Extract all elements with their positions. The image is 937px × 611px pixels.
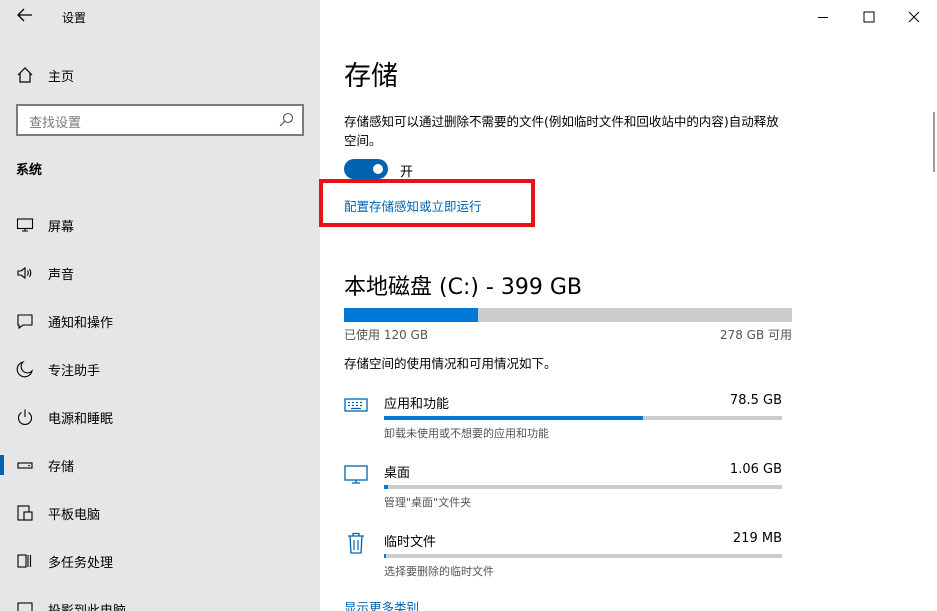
sidebar: 设置 主页 查找设置 系统 屏幕 声音 通知和操作 专注助手 电源和睡眠 存储 … bbox=[0, 0, 320, 611]
sidebar-item-display[interactable]: 屏幕 bbox=[0, 207, 320, 243]
sidebar-item-label: 多任务处理 bbox=[48, 556, 114, 571]
storage-sense-description: 存储感知可以通过删除不需要的文件(例如临时文件和回收站中的内容)自动释放空间。 bbox=[344, 114, 779, 148]
usage-description: 存储空间的使用情况和可用情况如下。 bbox=[344, 356, 557, 371]
storage-icon bbox=[17, 462, 33, 469]
sidebar-item-label: 专注助手 bbox=[48, 364, 101, 379]
category-desktop[interactable]: 桌面 1.06 GB 管理"桌面"文件夹 bbox=[344, 462, 784, 518]
category-temp-files[interactable]: 临时文件 219 MB 选择要删除的临时文件 bbox=[344, 531, 784, 587]
category-bar-fill bbox=[384, 416, 643, 420]
monitor-icon bbox=[344, 465, 368, 484]
active-indicator bbox=[0, 455, 4, 475]
display-icon bbox=[16, 218, 34, 232]
keyboard-icon bbox=[344, 398, 368, 412]
disk-free-label: 278 GB 可用 bbox=[719, 328, 792, 342]
sidebar-item-multitasking[interactable]: 多任务处理 bbox=[0, 543, 320, 579]
section-title: 系统 bbox=[16, 163, 43, 178]
multitask-icon bbox=[17, 554, 32, 568]
category-name: 桌面 bbox=[384, 466, 411, 481]
category-bar-fill bbox=[384, 485, 388, 489]
category-size: 1.06 GB bbox=[729, 462, 782, 477]
sidebar-item-label: 主页 bbox=[48, 70, 75, 85]
power-icon bbox=[17, 409, 33, 426]
sidebar-item-power[interactable]: 电源和睡眠 bbox=[0, 399, 320, 435]
sidebar-item-home[interactable]: 主页 bbox=[0, 60, 320, 90]
category-bar bbox=[384, 485, 782, 489]
back-button[interactable] bbox=[14, 7, 36, 27]
sidebar-item-focus-assist[interactable]: 专注助手 bbox=[0, 351, 320, 387]
show-more-categories-link[interactable]: 显示更多类别 bbox=[344, 597, 419, 611]
scrollbar-thumb[interactable] bbox=[933, 112, 935, 172]
project-icon bbox=[17, 602, 33, 611]
sidebar-item-label: 通知和操作 bbox=[48, 316, 114, 331]
app-title: 设置 bbox=[62, 11, 87, 25]
toggle-state-label: 开 bbox=[400, 165, 414, 180]
sidebar-item-label: 平板电脑 bbox=[48, 508, 101, 523]
main-content: 存储 存储感知可以通过删除不需要的文件(例如临时文件和回收站中的内容)自动释放空… bbox=[319, 0, 937, 611]
sidebar-item-notifications[interactable]: 通知和操作 bbox=[0, 303, 320, 339]
sidebar-item-label: 屏幕 bbox=[48, 220, 75, 235]
category-bar-fill bbox=[384, 554, 386, 558]
sidebar-item-label: 电源和睡眠 bbox=[48, 412, 114, 427]
sidebar-item-tablet[interactable]: 平板电脑 bbox=[0, 495, 320, 531]
search-placeholder: 查找设置 bbox=[29, 116, 82, 131]
speaker-icon bbox=[17, 266, 32, 280]
sidebar-item-storage[interactable]: 存储 bbox=[0, 447, 320, 483]
sidebar-item-sound[interactable]: 声音 bbox=[0, 255, 320, 291]
notification-icon bbox=[17, 314, 33, 330]
category-bar bbox=[384, 416, 782, 420]
sidebar-item-label: 投影到此电脑 bbox=[48, 600, 126, 611]
category-description: 卸载未使用或不想要的应用和功能 bbox=[384, 427, 549, 440]
category-description: 管理"桌面"文件夹 bbox=[384, 496, 472, 509]
moon-icon bbox=[16, 361, 33, 378]
disk-used-label: 已使用 120 GB bbox=[344, 328, 429, 342]
search-input[interactable]: 查找设置 bbox=[16, 104, 304, 136]
arrow-left-icon bbox=[17, 8, 32, 22]
home-icon bbox=[17, 67, 33, 83]
category-bar bbox=[384, 554, 782, 558]
toggle-knob bbox=[373, 164, 383, 174]
title-bar: 设置 bbox=[0, 0, 320, 34]
disk-usage-fill bbox=[344, 308, 479, 322]
disk-title: 本地磁盘 (C:) - 399 GB bbox=[344, 275, 582, 300]
search-icon bbox=[279, 112, 294, 127]
page-title: 存储 bbox=[344, 61, 398, 92]
disk-usage-bar bbox=[344, 308, 792, 322]
sidebar-item-label: 存储 bbox=[48, 460, 75, 475]
storage-sense-toggle[interactable] bbox=[344, 159, 388, 179]
sidebar-item-project[interactable]: 投影到此电脑 bbox=[0, 591, 320, 611]
tablet-icon bbox=[17, 505, 33, 521]
category-description: 选择要删除的临时文件 bbox=[384, 565, 494, 578]
category-name: 临时文件 bbox=[384, 535, 437, 550]
category-apps[interactable]: 应用和功能 78.5 GB 卸载未使用或不想要的应用和功能 bbox=[344, 393, 784, 449]
sidebar-item-label: 声音 bbox=[48, 268, 75, 283]
configure-storage-sense-link[interactable]: 配置存储感知或立即运行 bbox=[344, 196, 482, 215]
category-size: 219 MB bbox=[732, 531, 782, 546]
trash-icon bbox=[348, 532, 364, 554]
category-size: 78.5 GB bbox=[729, 393, 782, 408]
category-name: 应用和功能 bbox=[384, 397, 450, 412]
